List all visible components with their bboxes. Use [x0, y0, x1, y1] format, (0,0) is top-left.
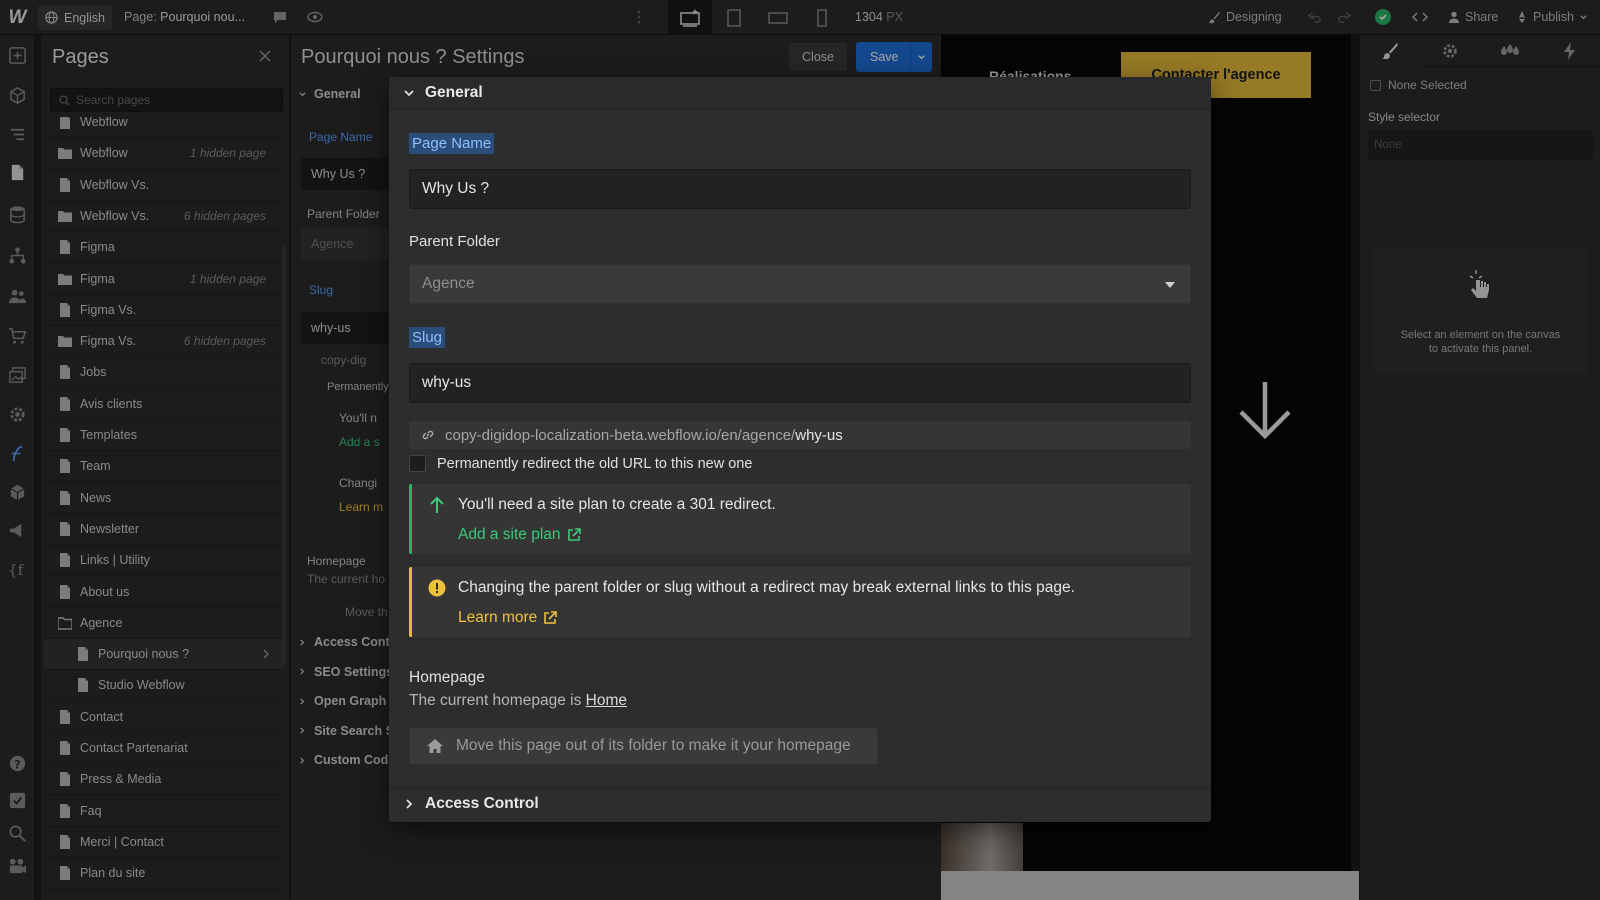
redirect-option[interactable]: Permanently redirect the old URL to this… — [409, 455, 752, 472]
homepage-link[interactable]: Home — [586, 692, 627, 709]
page-url-preview: copy-digidop-localization-beta.webflow.i… — [409, 421, 1191, 449]
site-plan-alert: You'll need a site plan to create a 301 … — [409, 484, 1191, 554]
learn-more-label: Learn more — [458, 609, 538, 626]
parent-folder-value: Agence — [422, 275, 475, 292]
slug-label: Slug — [409, 327, 446, 348]
make-homepage-button[interactable]: Move this page out of its folder to make… — [409, 727, 878, 765]
homepage-text: The current homepage is — [409, 692, 582, 709]
redirect-checkbox[interactable] — [409, 455, 426, 472]
url-base: copy-digidop-localization-beta.webflow.i… — [445, 426, 796, 444]
parent-folder-select[interactable]: Agence — [409, 264, 1191, 304]
add-site-plan-label: Add a site plan — [458, 526, 561, 543]
general-section-header[interactable]: General — [389, 77, 1211, 110]
add-site-plan-link[interactable]: Add a site plan — [458, 526, 581, 544]
link-chain-icon — [422, 430, 434, 440]
homepage-description: The current homepage is Home — [409, 692, 627, 710]
parent-folder-label: Parent Folder — [409, 233, 500, 250]
warning-exclamation-icon — [428, 579, 446, 597]
url-slug: why-us — [795, 426, 843, 444]
access-control-section-header[interactable]: Access Control — [389, 787, 1211, 820]
chevron-right-icon — [406, 799, 413, 809]
learn-more-link[interactable]: Learn more — [458, 609, 558, 627]
external-link-icon — [567, 528, 581, 541]
zoomed-settings-modal: General Page Name Why Us ? Parent Folder… — [389, 77, 1211, 822]
broken-links-warning-text: Changing the parent folder or slug witho… — [458, 579, 1075, 596]
page-name-label: Page Name — [409, 133, 495, 154]
chevron-down-icon — [404, 90, 414, 97]
page-name-input[interactable]: Why Us ? — [409, 169, 1191, 209]
external-link-icon — [544, 611, 558, 624]
site-plan-alert-text: You'll need a site plan to create a 301 … — [458, 496, 776, 513]
access-control-label: Access Control — [425, 795, 539, 812]
slug-input[interactable]: why-us — [409, 363, 1191, 403]
arrow-up-icon — [428, 496, 446, 514]
home-icon — [427, 739, 443, 753]
dropdown-caret-icon — [1165, 282, 1175, 288]
general-section-label: General — [425, 84, 483, 101]
make-homepage-label: Move this page out of its folder to make… — [456, 737, 851, 754]
broken-links-warning: Changing the parent folder or slug witho… — [409, 567, 1191, 637]
homepage-title: Homepage — [409, 669, 485, 686]
redirect-label: Permanently redirect the old URL to this… — [437, 455, 753, 472]
